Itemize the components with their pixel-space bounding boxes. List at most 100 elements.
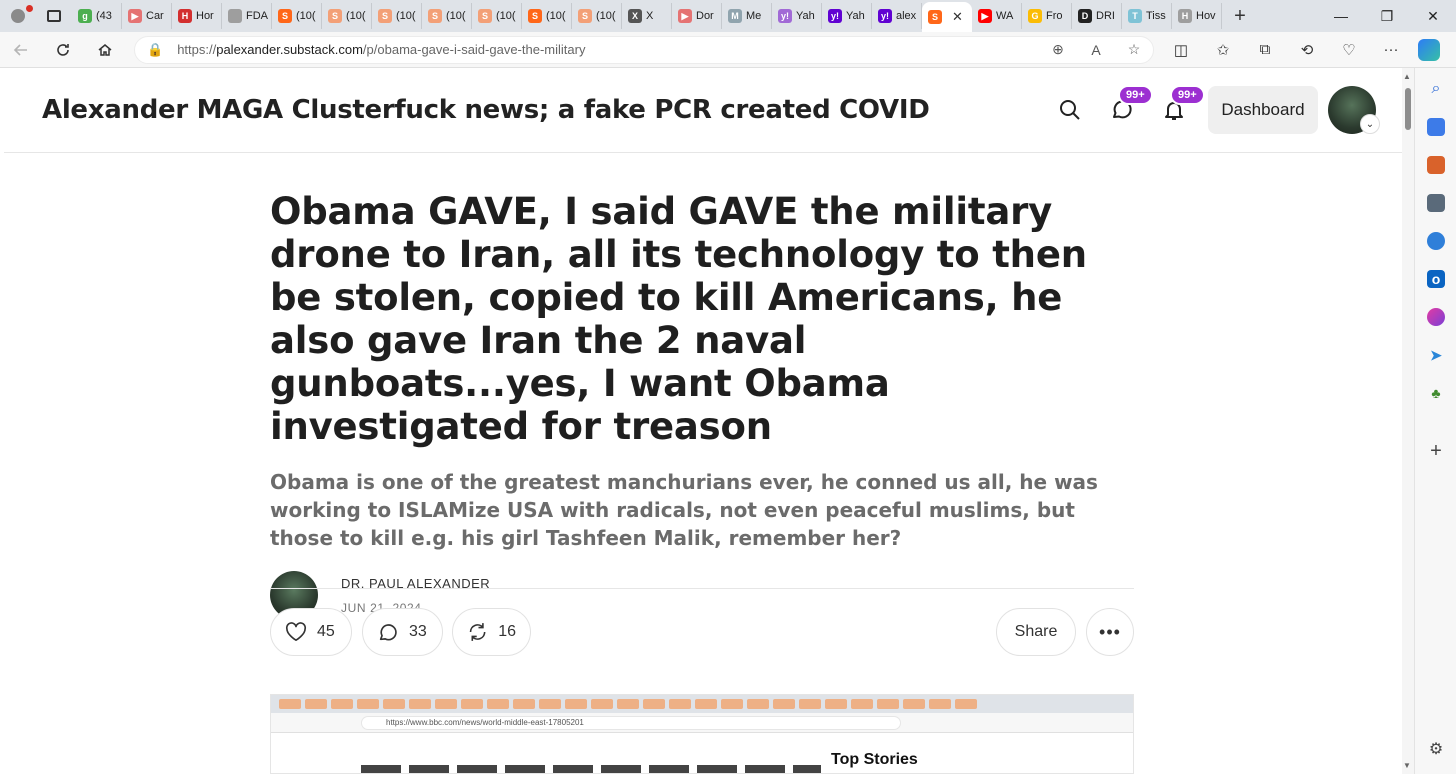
refresh-button[interactable] xyxy=(42,32,84,68)
search-button[interactable] xyxy=(1056,96,1084,124)
browser-tab[interactable]: G Fro xyxy=(1022,3,1072,29)
tab-label: Yah xyxy=(846,10,865,22)
embedded-top-stories-heading: Top Stories xyxy=(831,751,918,768)
telegram-icon[interactable]: ➤ xyxy=(1427,346,1445,364)
post-actions: 45 33 16 Share ••• xyxy=(270,608,1134,656)
settings-more-icon[interactable]: ··· xyxy=(1370,41,1412,59)
page-scrollbar[interactable]: ▲ ▼ xyxy=(1402,68,1414,774)
browser-tab[interactable]: S (10( xyxy=(322,3,372,29)
share-button[interactable]: Share xyxy=(996,608,1076,656)
restack-icon xyxy=(469,623,486,641)
browser-tab[interactable]: M Me xyxy=(722,3,772,29)
tab-label: Tiss xyxy=(1146,10,1166,22)
more-options-button[interactable]: ••• xyxy=(1086,608,1134,656)
close-tab-icon[interactable]: ✕ xyxy=(952,9,963,25)
browser-tab[interactable]: FDA xyxy=(222,3,272,29)
browser-tab[interactable]: S (10( xyxy=(272,3,322,29)
back-arrow-icon xyxy=(13,43,27,56)
sidebar-settings-gear-icon[interactable]: ⚙ xyxy=(1427,740,1445,758)
browser-tab[interactable]: H Hor xyxy=(172,3,222,29)
browser-tab-strip: g (43 ▶ Car H Hor FDA S (10(S (10(S (10(S (10(S (10(… xyxy=(0,0,1456,32)
chat-count-badge: 99+ xyxy=(1118,85,1153,105)
address-bar[interactable]: 🔒 https://palexander.substack.com/p/obam… xyxy=(134,35,1154,64)
tab-label: X xyxy=(646,10,654,22)
comment-button[interactable]: 33 xyxy=(362,608,443,656)
outlook-icon[interactable]: o xyxy=(1427,270,1445,288)
copilot-sidebar-icon[interactable] xyxy=(1427,232,1445,250)
scroll-up-arrow-icon[interactable]: ▲ xyxy=(1403,72,1411,81)
dashboard-button[interactable]: Dashboard xyxy=(1208,86,1318,134)
zoom-icon[interactable]: ⊕ xyxy=(1039,41,1077,58)
site-header: Alexander MAGA Clusterfuck news; a fake … xyxy=(4,68,1402,153)
tab-label: alex xyxy=(896,10,917,22)
restore-button[interactable]: ❐ xyxy=(1364,0,1410,32)
history-icon[interactable]: ⟲ xyxy=(1286,41,1328,59)
browser-tab[interactable]: S (10( xyxy=(422,3,472,29)
tab-favicon-icon: S xyxy=(428,9,442,23)
home-button[interactable] xyxy=(84,32,126,68)
user-avatar-menu[interactable]: ⌄ xyxy=(1328,86,1380,134)
tab-actions-button[interactable] xyxy=(36,0,72,32)
new-tab-button[interactable]: + xyxy=(1222,0,1258,32)
browser-tab[interactable]: S (10( xyxy=(372,3,422,29)
browser-toolbar: 🔒 https://palexander.substack.com/p/obam… xyxy=(0,32,1456,68)
tree-icon[interactable]: ♣ xyxy=(1427,384,1445,402)
browser-tab[interactable]: g (43 xyxy=(72,3,122,29)
like-button[interactable]: 45 xyxy=(270,608,352,656)
tab-favicon-icon: y! xyxy=(828,9,842,23)
close-window-button[interactable]: ✕ xyxy=(1410,0,1456,32)
like-count: 45 xyxy=(317,623,335,640)
tab-favicon-icon: H xyxy=(1178,9,1192,23)
back-button[interactable] xyxy=(0,32,42,68)
scroll-down-arrow-icon[interactable]: ▼ xyxy=(1403,761,1411,770)
browser-tab[interactable]: S (10( xyxy=(472,3,522,29)
site-title[interactable]: Alexander MAGA Clusterfuck news; a fake … xyxy=(42,95,930,125)
tab-favicon-icon: M xyxy=(728,9,742,23)
tab-favicon-icon: S xyxy=(478,9,492,23)
browser-tab[interactable]: H Hov xyxy=(1172,3,1222,29)
browser-tab[interactable]: XX xyxy=(622,3,672,29)
read-aloud-icon[interactable]: A xyxy=(1077,42,1115,58)
minimize-button[interactable]: — xyxy=(1318,0,1364,32)
tab-list: g (43 ▶ Car H Hor FDA S (10(S (10(S (10(S (10(S (10(… xyxy=(72,0,1222,32)
browser-tab[interactable]: T Tiss xyxy=(1122,3,1172,29)
favorite-star-icon[interactable]: ☆ xyxy=(1115,41,1153,58)
collections-icon[interactable]: ⧉ xyxy=(1244,41,1286,59)
embedded-tab-strip xyxy=(271,695,1133,713)
browser-tab[interactable]: y! Yah xyxy=(772,3,822,29)
search-icon[interactable]: ⌕ xyxy=(1427,80,1445,98)
heart-icon xyxy=(285,622,307,641)
browser-tab[interactable]: ▶ WA xyxy=(972,3,1022,29)
comment-count: 33 xyxy=(409,623,427,640)
split-screen-icon[interactable]: ◫ xyxy=(1160,41,1202,59)
browser-tab[interactable]: y! Yah xyxy=(822,3,872,29)
tab-favicon-icon: S xyxy=(328,9,342,23)
browser-tab[interactable]: S (10( xyxy=(522,3,572,29)
embedded-screenshot-image[interactable]: https://www.bbc.com/news/world-middle-ea… xyxy=(270,694,1134,774)
browser-tab[interactable]: y! alex xyxy=(872,3,922,29)
lock-icon[interactable]: 🔒 xyxy=(147,42,163,58)
browser-essentials-icon[interactable]: ♡ xyxy=(1328,41,1370,59)
copilot-icon[interactable] xyxy=(1418,38,1440,61)
scrollbar-thumb[interactable] xyxy=(1405,88,1411,130)
favorites-icon[interactable]: ✩ xyxy=(1202,41,1244,59)
notification-count-badge: 99+ xyxy=(1170,85,1205,105)
tab-favicon-icon: g xyxy=(78,9,92,23)
tab-favicon-icon: ▶ xyxy=(128,9,142,23)
browser-tab[interactable]: S (10( xyxy=(572,3,622,29)
drop-icon[interactable] xyxy=(1427,308,1445,326)
toolbar-icons: ◫ ✩ ⧉ ⟲ ♡ ··· xyxy=(1160,41,1412,59)
browser-tab[interactable]: ▶ Car xyxy=(122,3,172,29)
browser-tab[interactable]: ▶ Dor xyxy=(672,3,722,29)
browser-tab[interactable]: D DRI xyxy=(1072,3,1122,29)
tab-favicon-icon: ▶ xyxy=(678,9,692,23)
browser-profile-button[interactable] xyxy=(0,0,36,32)
tab-favicon-icon xyxy=(228,9,242,23)
browser-tab[interactable]: S ✕ xyxy=(922,2,972,32)
games-icon[interactable] xyxy=(1427,194,1445,212)
add-sidebar-app-icon[interactable]: + xyxy=(1427,440,1445,462)
restack-button[interactable]: 16 xyxy=(452,608,531,656)
tools-briefcase-icon[interactable] xyxy=(1427,156,1445,174)
tab-label: Hor xyxy=(196,10,214,22)
shopping-tag-icon[interactable] xyxy=(1427,118,1445,136)
